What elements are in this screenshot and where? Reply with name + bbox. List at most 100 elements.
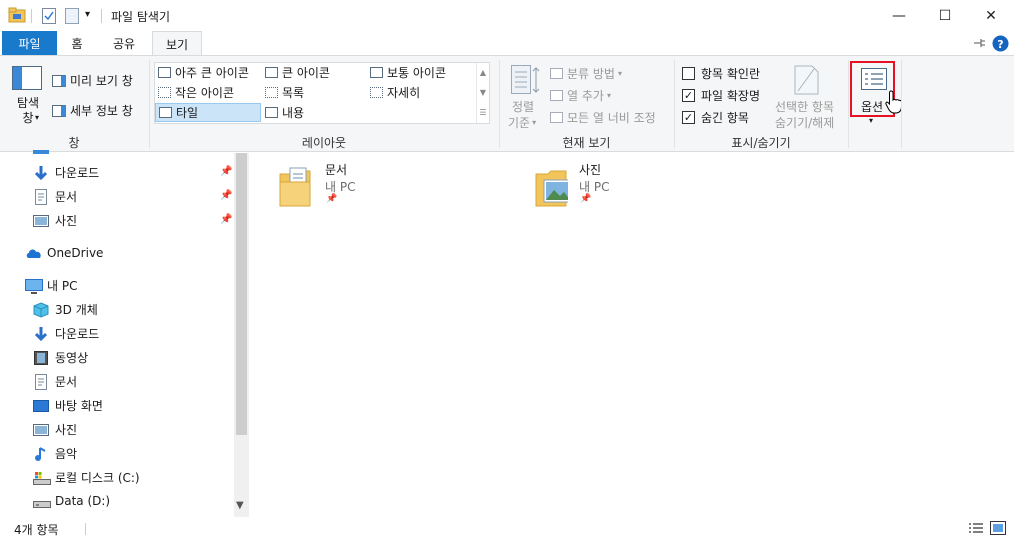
- layout-gallery-scroll[interactable]: ▲ ▼ ☰: [476, 63, 489, 123]
- maximize-button[interactable]: ☐: [922, 0, 968, 31]
- qat-dropdown[interactable]: ▾: [85, 9, 90, 20]
- item-count: 4개 항목: [14, 523, 59, 537]
- scroll-down-icon[interactable]: ▼: [236, 500, 244, 511]
- minimize-icon: —: [892, 7, 906, 24]
- nav-item-label: 다운로드: [55, 165, 100, 180]
- group-label-current-view: 현재 보기: [562, 136, 611, 150]
- nav-item[interactable]: 문서: [33, 370, 77, 392]
- nav-item[interactable]: 3D 개체: [33, 298, 98, 320]
- add-columns-button[interactable]: 열 추가 ▾: [550, 87, 611, 104]
- layout-small-icons[interactable]: 작은 아이콘: [155, 83, 261, 102]
- layout-extra-large-icons[interactable]: 아주 큰 아이콘: [155, 63, 261, 82]
- layout-content[interactable]: 내용: [262, 103, 366, 122]
- nav-item[interactable]: 사진: [33, 209, 77, 231]
- sort-by-label-1[interactable]: 정렬: [512, 98, 534, 115]
- sort-by-icon[interactable]: [511, 65, 541, 95]
- nav-item[interactable]: 내 PC: [25, 274, 77, 296]
- help-icon[interactable]: ?: [992, 35, 1009, 52]
- hide-selected-label-1[interactable]: 선택한 항목: [775, 98, 834, 115]
- navigation-pane-icon[interactable]: [12, 66, 42, 90]
- pin-ribbon-icon[interactable]: [973, 37, 987, 49]
- group-separator: [848, 60, 849, 148]
- layout-list[interactable]: 목록: [262, 83, 366, 102]
- hidden-items-toggle[interactable]: ✓ 숨긴 항목: [682, 109, 749, 126]
- nav-item[interactable]: 문서: [33, 185, 77, 207]
- nav-item-label: 내 PC: [47, 278, 78, 293]
- nav-item[interactable]: 바탕 화면: [33, 394, 103, 416]
- tab-home[interactable]: 홈: [58, 31, 96, 55]
- folder-tile-pictures[interactable]: 사진 내 PC 📌: [532, 160, 732, 212]
- details-pane-button[interactable]: 세부 정보 창: [52, 102, 133, 119]
- hidden-items-checkbox[interactable]: ✓: [682, 111, 695, 124]
- file-extensions-checkbox[interactable]: ✓: [682, 89, 695, 102]
- pin-icon: 📌: [220, 190, 233, 201]
- nav-item[interactable]: 음악: [33, 442, 77, 464]
- close-button[interactable]: ✕: [968, 0, 1014, 31]
- layout-medium-icons[interactable]: 보통 아이콘: [367, 63, 475, 82]
- minimize-button[interactable]: —: [876, 0, 922, 31]
- nav-item[interactable]: 사진: [33, 418, 77, 440]
- tiles-icon: [159, 107, 172, 118]
- properties-icon[interactable]: [42, 8, 56, 24]
- group-by-icon: [550, 68, 563, 79]
- gallery-down-icon[interactable]: ▼: [477, 83, 489, 103]
- layout-label: 타일: [176, 106, 199, 120]
- maximize-icon: ☐: [938, 7, 952, 24]
- hide-selected-items-icon[interactable]: [794, 65, 820, 95]
- layout-label: 아주 큰 아이콘: [175, 66, 249, 80]
- pin-icon: 📌: [580, 194, 592, 204]
- file-explorer-icon[interactable]: [8, 7, 26, 23]
- nav-item[interactable]: 로컬 디스크 (C:): [33, 466, 140, 488]
- tab-view[interactable]: 보기: [152, 31, 202, 56]
- options-label: 옵션: [861, 100, 884, 114]
- nav-item[interactable]: 다운로드: [33, 322, 99, 344]
- layout-details[interactable]: 자세히: [367, 83, 475, 102]
- nav-pane-chevron-icon: ▾: [35, 113, 40, 122]
- size-columns-icon: [550, 112, 563, 123]
- nav-item[interactable]: 다운로드: [33, 161, 99, 183]
- nav-item-label: 3D 개체: [55, 302, 98, 317]
- sort-by-text: 기준: [508, 116, 531, 130]
- large-icons-view-icon[interactable]: [990, 521, 1006, 535]
- nav-scrollbar-thumb[interactable]: [236, 153, 247, 435]
- item-checkboxes-checkbox[interactable]: [682, 67, 695, 80]
- size-all-columns-button[interactable]: 모든 열 너비 조정: [550, 109, 656, 126]
- group-separator: [901, 60, 902, 148]
- group-by-label: 분류 방법: [567, 67, 615, 81]
- title-divider: [101, 9, 102, 23]
- medium-icons-icon: [370, 67, 383, 78]
- nav-item[interactable]: Data (D:): [33, 490, 110, 512]
- gallery-up-icon[interactable]: ▲: [477, 63, 489, 83]
- layout-label: 큰 아이콘: [282, 66, 330, 80]
- pictures-icon: [33, 422, 49, 436]
- layout-tiles[interactable]: 타일: [155, 103, 261, 122]
- hand-cursor-icon: [885, 90, 902, 114]
- nav-item[interactable]: OneDrive: [25, 242, 103, 264]
- tab-file[interactable]: 파일: [2, 31, 57, 55]
- layout-label: 작은 아이콘: [175, 86, 235, 100]
- layout-large-icons[interactable]: 큰 아이콘: [262, 63, 366, 82]
- gallery-more-icon[interactable]: ☰: [477, 103, 489, 123]
- preview-pane-button[interactable]: 미리 보기 창: [52, 72, 133, 89]
- folder-tile-documents[interactable]: 문서 내 PC 📌: [276, 160, 476, 212]
- hide-selected-label-2[interactable]: 숨기기/해제: [775, 114, 834, 131]
- item-checkboxes-toggle[interactable]: 항목 확인란: [682, 65, 760, 82]
- small-icons-icon: [158, 87, 171, 98]
- close-icon: ✕: [985, 7, 997, 24]
- item-checkboxes-label: 항목 확인란: [701, 67, 761, 81]
- document-icon: [33, 189, 49, 205]
- sort-by-label-2[interactable]: 기준 ▾: [508, 114, 536, 131]
- group-label-pane: 창: [68, 136, 80, 150]
- preview-pane-label: 미리 보기 창: [70, 74, 133, 88]
- details-pane-label: 세부 정보 창: [70, 104, 133, 118]
- extra-large-icons-icon: [158, 67, 171, 78]
- tab-share[interactable]: 공유: [103, 31, 145, 55]
- nav-item[interactable]: 동영상: [33, 346, 88, 368]
- details-view-icon[interactable]: [968, 522, 984, 535]
- layout-label: 보통 아이콘: [387, 66, 447, 80]
- new-folder-qat-icon[interactable]: [65, 8, 79, 24]
- file-extensions-toggle[interactable]: ✓ 파일 확장명: [682, 87, 760, 104]
- options-chevron-icon[interactable]: ▾: [869, 116, 873, 125]
- group-by-button[interactable]: 분류 방법 ▾: [550, 65, 622, 82]
- sort-by-chevron-icon: ▾: [532, 118, 537, 127]
